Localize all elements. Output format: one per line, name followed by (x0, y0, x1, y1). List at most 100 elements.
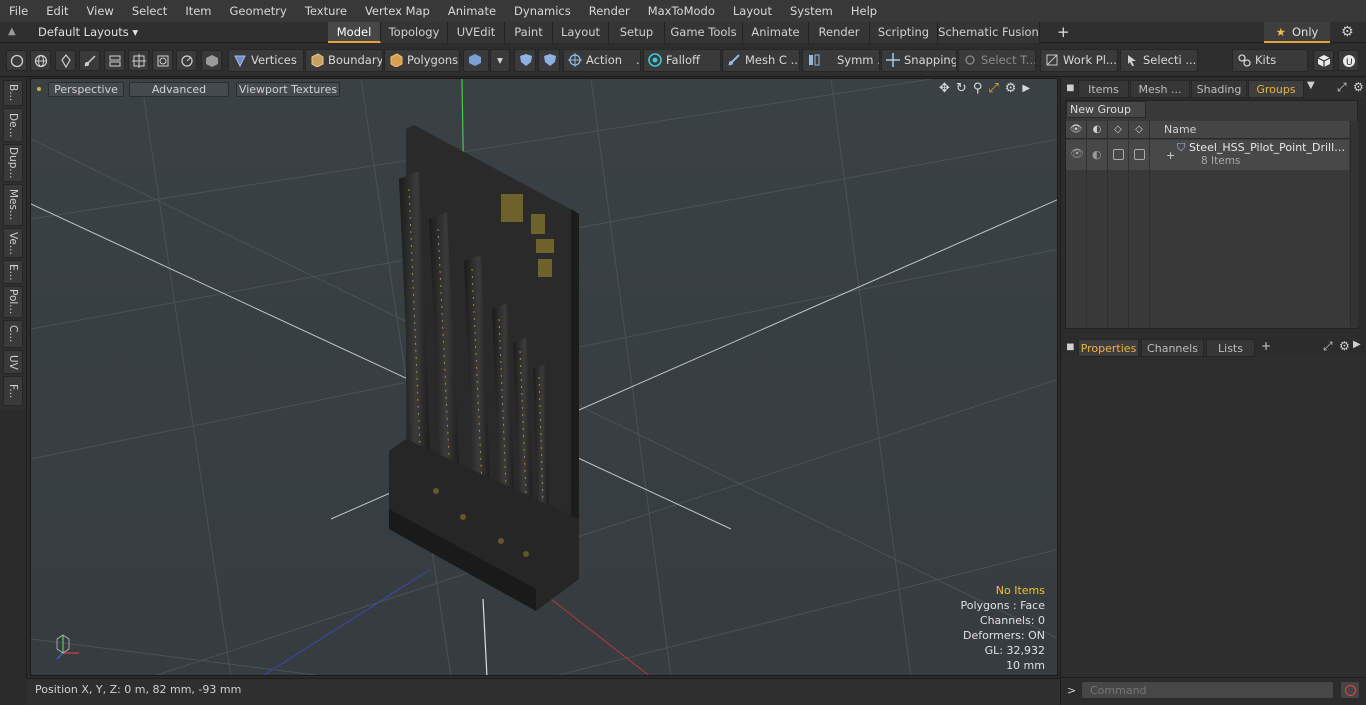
menu-system[interactable]: System (781, 0, 842, 22)
left-tab-mesh-edit[interactable]: Mes... (3, 184, 23, 226)
boundary-button[interactable]: Boundary (305, 49, 383, 72)
advanced-shading-button[interactable]: Advanced (129, 82, 229, 97)
shield-mode-button[interactable] (201, 50, 222, 71)
mesh-constraint-button[interactable]: Mesh C ... (722, 49, 800, 72)
tabs-dropdown-icon[interactable]: ▼ (1307, 80, 1315, 91)
menu-maxtomodo[interactable]: MaxToModo (639, 0, 724, 22)
group-lock-toggle[interactable] (1108, 140, 1129, 170)
tab-schematic-fusion[interactable]: Schematic Fusion (938, 22, 1040, 43)
add-props-tab-icon[interactable]: + (1261, 339, 1271, 353)
tab-game-tools[interactable]: Game Tools (665, 22, 743, 43)
polygons-button[interactable]: Polygons (384, 49, 460, 72)
only-toggle[interactable]: ★ Only (1264, 22, 1330, 43)
tab-lists[interactable]: Lists (1206, 339, 1255, 357)
rotate-button[interactable] (176, 50, 197, 71)
left-tab-duplicate[interactable]: Dup... (3, 144, 23, 182)
menu-select[interactable]: Select (123, 0, 176, 22)
symmetry-toggle-1[interactable] (514, 49, 536, 72)
work-plane-button[interactable]: Work Pl... (1040, 49, 1118, 72)
selection-sets-button[interactable]: Selecti ... (1120, 49, 1198, 72)
kits-button[interactable]: Kits (1232, 49, 1308, 72)
tab-uvedit[interactable]: UVEdit (448, 22, 505, 43)
left-tab-deform[interactable]: De... (3, 108, 23, 142)
orbit-icon[interactable]: ↻ (956, 81, 967, 96)
viewport-scene[interactable] (31, 79, 1058, 676)
tab-channels[interactable]: Channels (1141, 339, 1204, 357)
menu-file[interactable]: File (0, 0, 37, 22)
viewport-settings-gear-icon[interactable]: ⚙ (1005, 81, 1017, 96)
expand-arrow-icon[interactable]: ▶ (1022, 81, 1030, 96)
center-button[interactable] (152, 50, 173, 71)
add-tab-icon[interactable]: + (1057, 23, 1070, 42)
left-tab-curve[interactable]: C... (3, 320, 23, 348)
collapse-arrow-icon[interactable]: ▲ (8, 26, 16, 37)
menu-help[interactable]: Help (842, 0, 886, 22)
menu-animate[interactable]: Animate (439, 0, 505, 22)
tab-paint[interactable]: Paint (505, 22, 553, 43)
3d-viewport[interactable]: Perspective Advanced Viewport Textures ✥… (30, 78, 1058, 676)
select-column-icon[interactable]: ◇ (1129, 121, 1150, 139)
props-menu-icon[interactable]: ◾ (1066, 339, 1075, 353)
transform-button[interactable] (128, 50, 149, 71)
left-tab-basic[interactable]: B... (3, 80, 23, 106)
left-tab-edge[interactable]: E... (3, 260, 23, 284)
gear-icon[interactable]: ⚙ (1341, 24, 1354, 40)
zoom-icon[interactable]: ⚲ (973, 81, 983, 96)
tab-model[interactable]: Model (328, 22, 381, 43)
props-expand-icon[interactable]: ⤢ (1323, 339, 1333, 354)
symmetry-button[interactable]: Symm ... (802, 49, 880, 72)
groups-scrollbar[interactable] (1350, 121, 1358, 327)
material-button[interactable] (463, 49, 489, 72)
menu-item[interactable]: Item (176, 0, 220, 22)
tab-setup[interactable]: Setup (609, 22, 665, 43)
perspective-button[interactable]: Perspective (48, 82, 124, 97)
select-circle-button[interactable] (6, 50, 27, 71)
group-visibility-toggle[interactable]: 👁 (1066, 140, 1087, 170)
select-through-button[interactable]: Select T... (958, 49, 1036, 72)
visibility-column-icon[interactable]: 👁 (1066, 121, 1087, 139)
globe-button[interactable] (30, 50, 51, 71)
menu-layout[interactable]: Layout (724, 0, 781, 22)
props-gear-icon[interactable]: ⚙ (1339, 339, 1350, 353)
command-record-button[interactable] (1340, 681, 1360, 699)
unreal-button[interactable]: U (1338, 50, 1359, 71)
menu-edit[interactable]: Edit (37, 0, 77, 22)
tab-layout[interactable]: Layout (553, 22, 609, 43)
material-dropdown[interactable]: ▾ (490, 49, 510, 72)
panel-menu-icon[interactable]: ◾ (1066, 80, 1075, 94)
vertices-button[interactable]: Vertices (228, 49, 304, 72)
group-select-toggle[interactable] (1129, 140, 1150, 170)
left-tab-uv[interactable]: UV (3, 350, 23, 374)
lock-column-icon[interactable]: ◇ (1108, 121, 1129, 139)
symmetry-toggle-2[interactable] (538, 49, 560, 72)
menu-view[interactable]: View (78, 0, 123, 22)
unity-button[interactable] (1313, 50, 1334, 71)
props-arrow-icon[interactable]: ▶ (1353, 339, 1361, 350)
command-input[interactable] (1081, 681, 1334, 699)
left-tab-fusion[interactable]: F... (3, 376, 23, 406)
tab-items[interactable]: Items (1078, 80, 1129, 98)
layout-selector[interactable]: Default Layouts ▾ (38, 22, 138, 43)
tab-groups[interactable]: Groups (1248, 80, 1304, 98)
tab-properties[interactable]: Properties (1078, 339, 1139, 357)
left-tab-vertex[interactable]: Ve... (3, 228, 23, 258)
name-column-header[interactable]: Name (1164, 121, 1196, 139)
render-column-icon[interactable]: ◐ (1087, 121, 1108, 139)
left-tab-polygon[interactable]: Pol... (3, 286, 23, 318)
group-row[interactable]: 👁 ◐ + ⛉ Steel_HSS_Pilot_Point_Drill_Bi .… (1066, 140, 1349, 170)
new-group-button[interactable]: New Group (1066, 101, 1146, 118)
pan-icon[interactable]: ✥ (939, 81, 950, 96)
expand-group-icon[interactable]: + (1166, 149, 1175, 162)
tab-mesh[interactable]: Mesh ... (1130, 80, 1190, 98)
viewport-menu-dot-icon[interactable] (37, 87, 41, 91)
group-render-toggle[interactable]: ◐ (1087, 140, 1108, 170)
panel-gear-icon[interactable]: ⚙ (1353, 80, 1364, 94)
menu-dynamics[interactable]: Dynamics (505, 0, 580, 22)
tab-scripting[interactable]: Scripting (870, 22, 938, 43)
tab-animate[interactable]: Animate (743, 22, 809, 43)
tab-render[interactable]: Render (809, 22, 870, 43)
pen-tool-button[interactable] (55, 50, 76, 71)
panel-expand-icon[interactable]: ⤢ (1337, 80, 1347, 95)
viewport-textures-button[interactable]: Viewport Textures (236, 82, 340, 97)
falloff-button[interactable]: Falloff (643, 49, 721, 72)
